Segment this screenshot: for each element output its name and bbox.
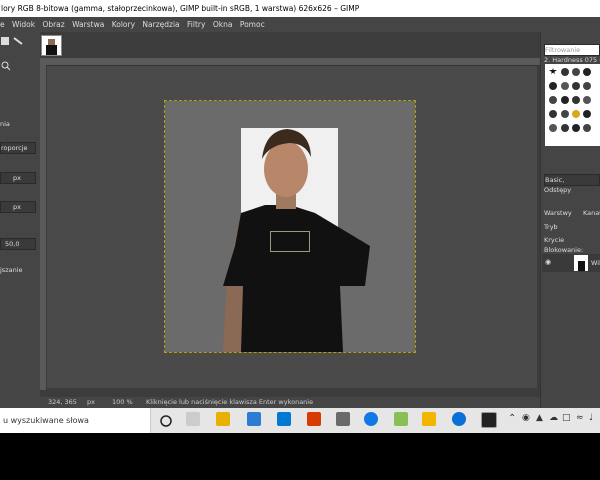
menu-tools[interactable]: Narzędzia: [142, 20, 179, 29]
toolbox-panel: nia roporcje px px 50,0 jszanie: [0, 32, 38, 408]
cloud-icon[interactable]: ☁: [549, 413, 558, 423]
pen-app-icon[interactable]: [394, 412, 408, 426]
menu-help[interactable]: Pomoc: [240, 20, 265, 29]
app-icon[interactable]: [336, 412, 350, 426]
image-tab-thumbnail[interactable]: [41, 35, 62, 56]
unit-select-2[interactable]: px: [0, 201, 36, 213]
usb-icon[interactable]: ▲: [536, 413, 543, 423]
office-icon[interactable]: [307, 412, 321, 426]
file-explorer-icon[interactable]: [216, 412, 230, 426]
menu-view[interactable]: Widok: [12, 20, 35, 29]
layer-name: Wik: [591, 259, 600, 267]
tab-channels[interactable]: Kanał: [583, 209, 600, 217]
option-label-bottom: jszanie: [0, 266, 23, 274]
unit-select[interactable]: px: [87, 397, 95, 408]
monitor-icon[interactable]: □: [562, 413, 571, 423]
preset-value: Basic,: [545, 176, 565, 184]
status-message: Kliknięcie lub naciśnięcie klawisza Ente…: [146, 398, 314, 406]
status-bar: 324, 365 px 100 % Kliknięcie lub naciśni…: [40, 397, 540, 408]
gimp-window: lory RGB 8-bitowa (gamma, stałoprzecinko…: [0, 0, 600, 408]
notes-icon[interactable]: [422, 412, 436, 426]
brush-name-label: 2. Hardness 075 (5: [544, 56, 600, 64]
store-icon[interactable]: [247, 412, 261, 426]
brush-filter-placeholder: Filtrowanie: [545, 46, 581, 54]
pointer-coords: 324, 365: [48, 398, 77, 406]
menu-windows[interactable]: Okna: [213, 20, 233, 29]
window-title: lory RGB 8-bitowa (gamma, stałoprzecinko…: [1, 4, 360, 13]
person-photo: [223, 129, 370, 352]
unit-value-1: px: [13, 174, 21, 182]
edge-dev-icon[interactable]: [452, 412, 466, 426]
mode-label: Tryb: [544, 223, 558, 231]
tab-layers[interactable]: Warstwy: [544, 209, 572, 217]
taskbar-search-box[interactable]: u wyszukiwane słowa: [0, 408, 151, 433]
widgets-icon[interactable]: [186, 412, 200, 426]
search-placeholder: u wyszukiwane słowa: [3, 416, 89, 425]
wifi-icon[interactable]: ≈: [576, 413, 584, 423]
unit-value-2: px: [13, 203, 21, 211]
tool-icons-top[interactable]: [0, 36, 30, 49]
opacity-label: Krycie: [544, 236, 565, 244]
ratio-select[interactable]: roporcje: [0, 142, 36, 154]
menu-layer[interactable]: Warstwa: [72, 20, 104, 29]
edge-icon[interactable]: [364, 412, 378, 426]
eye-icon[interactable]: ◉: [545, 258, 551, 266]
layer-row[interactable]: ◉ Wik: [542, 254, 600, 272]
gimp-taskbar-icon[interactable]: [481, 412, 497, 428]
menu-colors[interactable]: Kolory: [112, 20, 135, 29]
lock-label: Blokowanie:: [544, 246, 584, 254]
layer-thumbnail: [574, 255, 588, 271]
edge-tray-icon[interactable]: ◉: [522, 413, 530, 423]
unit-select-1[interactable]: px: [0, 172, 36, 184]
ratio-select-value: roporcje: [1, 144, 28, 152]
horizontal-ruler: [46, 58, 540, 66]
value-field-text: 50,0: [5, 240, 20, 248]
vertical-ruler: [40, 58, 46, 390]
selection-box[interactable]: [270, 231, 310, 252]
tool-option-label: nia: [0, 120, 10, 128]
brush-tool-icon[interactable]: [0, 36, 30, 46]
menu-filters[interactable]: Filtry: [187, 20, 205, 29]
brush-grid[interactable]: [545, 64, 600, 146]
zoom-select[interactable]: 100 %: [112, 397, 133, 408]
menu-edit[interactable]: e: [0, 20, 5, 29]
menu-bar: e Widok Obraz Warstwa Kolory Narzędzia F…: [0, 17, 600, 32]
menu-image[interactable]: Obraz: [42, 20, 64, 29]
value-field[interactable]: 50,0: [0, 238, 36, 250]
task-view-icon[interactable]: [159, 413, 173, 432]
preset-select[interactable]: Basic,: [544, 174, 600, 186]
mail-icon[interactable]: [277, 412, 291, 426]
spacing-label: Odstępy: [544, 186, 572, 194]
volume-icon[interactable]: ♩: [589, 413, 593, 423]
title-bar: lory RGB 8-bitowa (gamma, stałoprzecinko…: [0, 0, 600, 17]
tray-chevron-icon[interactable]: ⌃: [508, 413, 516, 424]
search-icon[interactable]: [1, 56, 11, 75]
brush-filter-input[interactable]: Filtrowanie: [544, 44, 600, 56]
